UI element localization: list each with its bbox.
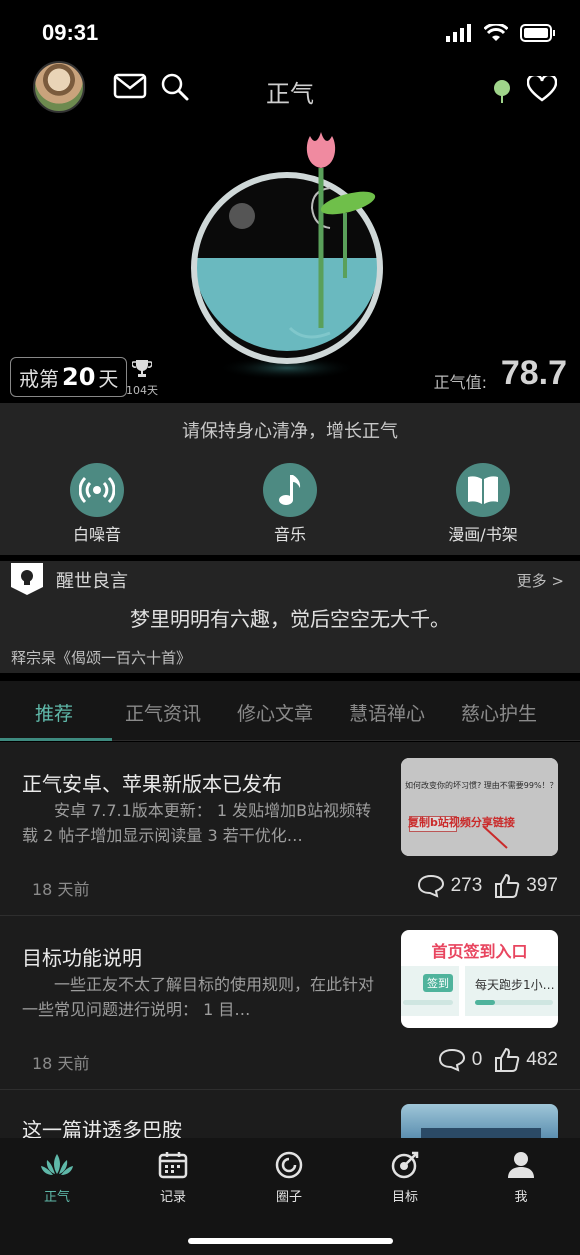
tab-recommend[interactable]: 推荐: [35, 699, 73, 726]
book-icon: [456, 463, 510, 517]
post-card[interactable]: 正气安卓、苹果新版本已发布 安卓 7.7.1版本更新： 1 发贴增加B站视频转载…: [0, 742, 580, 916]
nav-item-zhengqi[interactable]: 正气: [17, 1150, 97, 1205]
quote-text: 梦里明明有六趣，觉后空空无大千。: [130, 607, 450, 631]
post-time: 18 天前: [32, 1054, 90, 1073]
post-title: 正气安卓、苹果新版本已发布: [22, 772, 282, 796]
tools-panel: 请保持身心清净，增长正气 白噪音 音乐 漫画/书架: [0, 403, 580, 555]
tab-articles[interactable]: 修心文章: [237, 699, 313, 726]
quote-source: 释宗杲《偈颂一百六十首》: [11, 649, 192, 667]
tool-comics-bookshelf[interactable]: 漫画/书架: [423, 463, 543, 545]
comment-icon[interactable]: [438, 1048, 466, 1072]
quote-more-link[interactable]: 更多 >: [517, 570, 564, 591]
post-thumbnail[interactable]: 首页签到入口 签到 每天跑步1小…: [401, 930, 558, 1028]
person-icon: [508, 1152, 534, 1178]
nav-label: 我: [514, 1190, 528, 1205]
thumbs-up-icon[interactable]: [494, 1047, 520, 1073]
post-thumbnail[interactable]: 如何改变你的坏习惯? 理由不需要99%！？ 复制b站视频分享链接: [401, 758, 558, 856]
nav-item-circle[interactable]: 圈子: [249, 1150, 329, 1205]
zhengqi-label: 正气值:: [433, 373, 487, 392]
nav-item-records[interactable]: 记录: [133, 1150, 213, 1205]
nav-label: 圈子: [275, 1190, 302, 1205]
post-description: 安卓 7.7.1版本更新： 1 发贴增加B站视频转载 2 帖子增加显示阅读量 3…: [22, 801, 372, 845]
category-tabs: 推荐 正气资讯 修心文章 慧语禅心 慈心护生: [0, 681, 580, 741]
daily-quote-card[interactable]: 醒世良言 更多 > 梦里明明有六趣，觉后空空无大千。 释宗杲《偈颂一百六十首》: [0, 561, 580, 673]
abstinence-streak-badge: 戒第 20 天: [10, 357, 128, 397]
motto-text: 请保持身心清净，增长正气: [182, 421, 398, 442]
thumbs-up-icon[interactable]: [494, 873, 520, 899]
tab-compassion[interactable]: 慈心护生: [461, 699, 537, 726]
active-tab-indicator: [0, 738, 112, 741]
post-time: 18 天前: [32, 880, 90, 899]
streak-prefix: 戒第: [19, 366, 59, 391]
target-icon: [391, 1151, 419, 1179]
nav-item-me[interactable]: 我: [481, 1150, 561, 1205]
quote-section-title: 醒世良言: [56, 571, 128, 592]
post-card[interactable]: 目标功能说明 一些正友不太了解目标的使用规则，在此针对一些常见问题进行说明： 1…: [0, 916, 580, 1090]
music-note-icon: [263, 463, 317, 517]
tool-label: 音乐: [273, 525, 306, 544]
tab-zen[interactable]: 慧语禅心: [349, 699, 425, 726]
tool-music[interactable]: 音乐: [230, 463, 350, 545]
heart-icon[interactable]: [527, 76, 557, 102]
status-icons: [446, 24, 556, 42]
streak-suffix: 天: [98, 366, 119, 391]
lotus-bowl-illustration: [191, 132, 383, 380]
best-record[interactable]: 104天: [124, 358, 160, 398]
status-time: 09:31: [42, 20, 99, 45]
post-thumbnail[interactable]: [401, 1104, 558, 1138]
wifi-icon: [484, 24, 508, 41]
calendar-icon: [158, 1152, 188, 1179]
broadcast-icon: [70, 463, 124, 517]
thumb-chip: 签到: [423, 974, 453, 992]
app-header: 正气: [0, 58, 580, 118]
post-card[interactable]: 这一篇讲透多巴胺: [0, 1090, 580, 1142]
home-indicator[interactable]: [188, 1238, 393, 1244]
comment-icon[interactable]: [417, 874, 445, 898]
nav-label: 记录: [159, 1190, 186, 1205]
circle-icon: [275, 1151, 303, 1179]
tab-news[interactable]: 正气资讯: [125, 699, 201, 726]
post-stats: 273 397: [417, 873, 558, 899]
best-days: 104天: [126, 384, 158, 397]
lotus-icon: [41, 1154, 73, 1175]
signal-icon: [446, 24, 471, 42]
lightbulb-icon: [11, 563, 43, 595]
tree-icon[interactable]: [492, 78, 512, 104]
zhengqi-value: 78.7: [500, 354, 567, 392]
tool-label: 白噪音: [72, 525, 121, 544]
comment-count: 273: [450, 875, 483, 896]
streak-days: 20: [62, 363, 96, 391]
nav-label: 目标: [391, 1190, 418, 1205]
post-stats: 0 482: [438, 1047, 558, 1073]
tool-label: 漫画/书架: [448, 525, 518, 544]
comment-count: 0: [471, 1049, 483, 1070]
battery-icon: [520, 24, 555, 42]
thumb-task: 每天跑步1小…: [475, 978, 555, 992]
bottom-navigation: 正气 记录 圈子 目标 我: [0, 1138, 580, 1255]
hero-section: 戒第 20 天 104天 正气值: 78.7: [0, 118, 580, 403]
like-count: 482: [526, 1049, 558, 1070]
nav-item-goals[interactable]: 目标: [365, 1150, 445, 1205]
tool-white-noise[interactable]: 白噪音: [37, 463, 157, 545]
nav-label: 正气: [43, 1190, 70, 1205]
post-title: 目标功能说明: [22, 946, 142, 970]
trophy-icon: [131, 360, 153, 377]
thumb-heading: 首页签到入口: [431, 942, 528, 961]
status-bar: 09:31: [0, 0, 580, 64]
post-description: 一些正友不太了解目标的使用规则，在此针对一些常见问题进行说明： 1 目…: [22, 975, 375, 1019]
like-count: 397: [526, 875, 558, 896]
